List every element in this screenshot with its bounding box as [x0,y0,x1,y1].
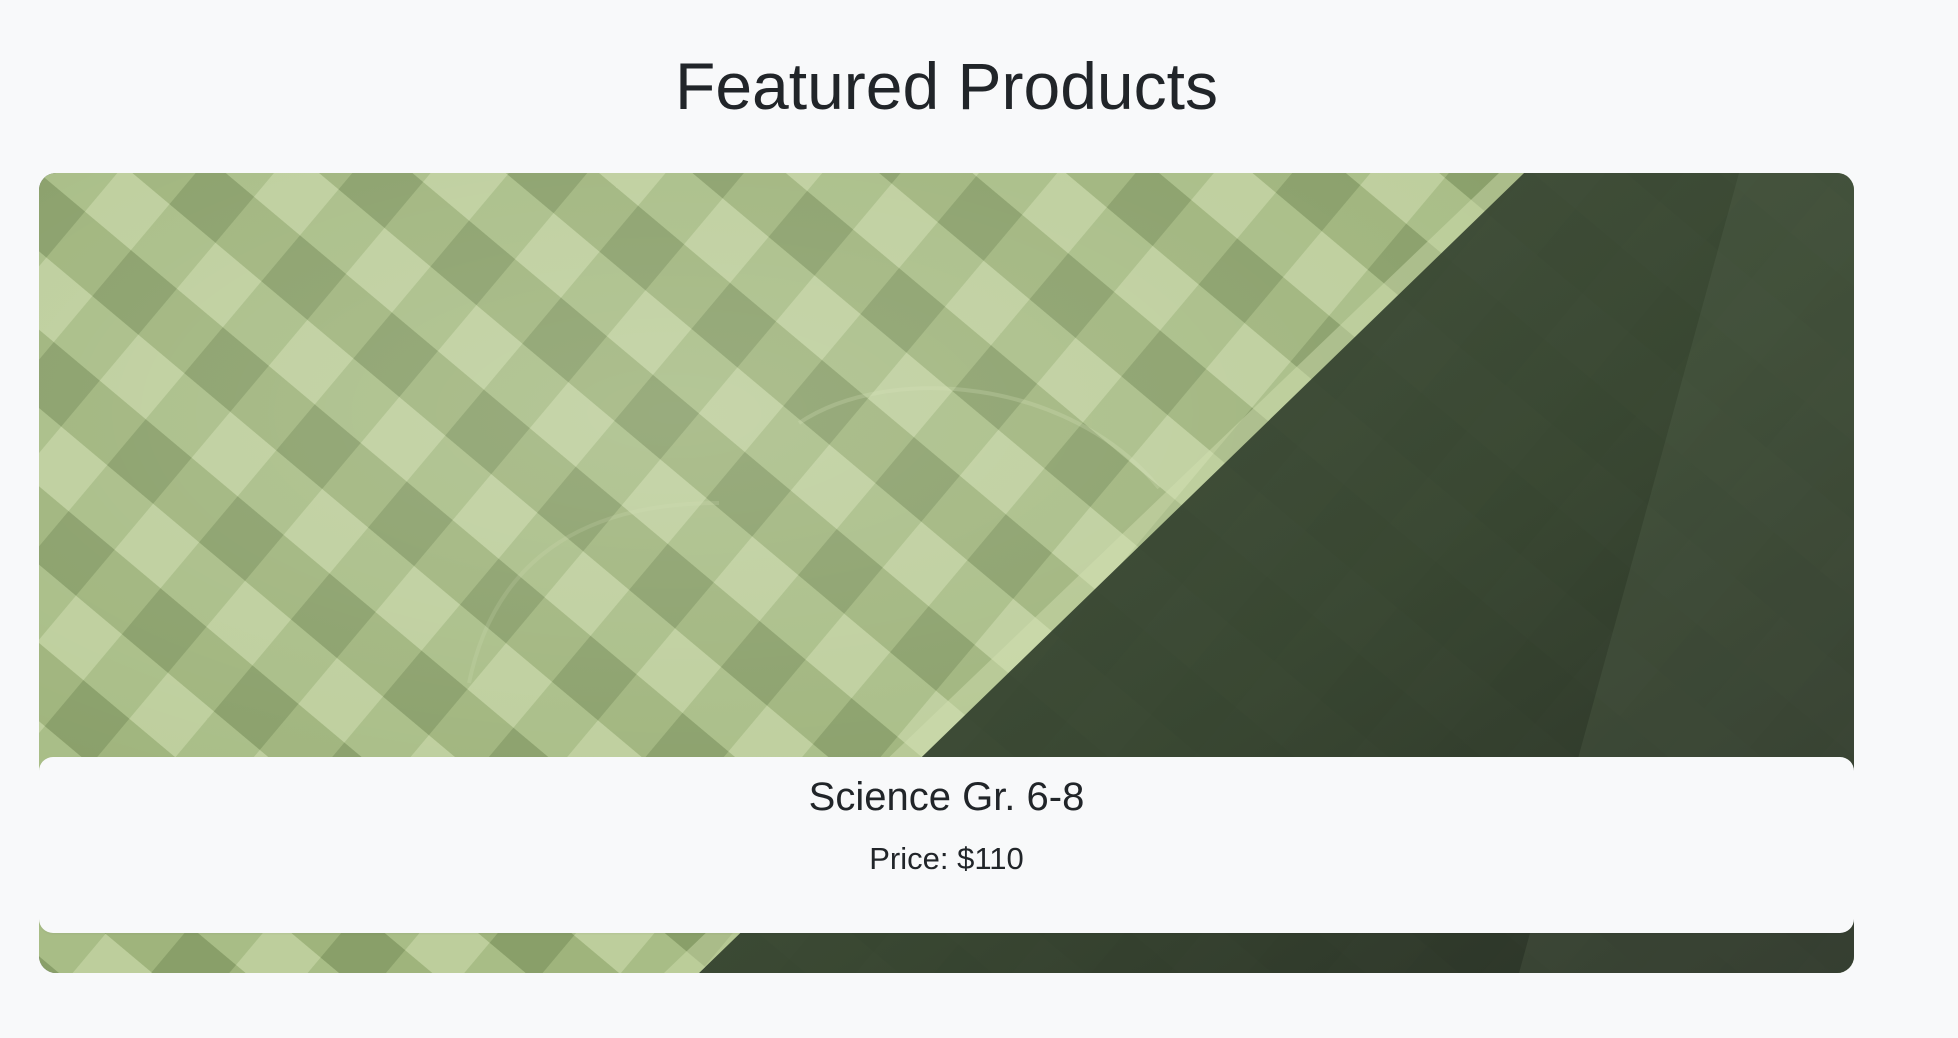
page-title: Featured Products [675,49,1218,123]
product-name: Science Gr. 6-8 [808,775,1085,819]
product-price: Price: $110 [869,841,1024,876]
product-caption: Science Gr. 6-8 Price: $110 [39,757,1854,933]
featured-product-card[interactable]: Science Gr. 6-8 Price: $110 [39,173,1854,973]
